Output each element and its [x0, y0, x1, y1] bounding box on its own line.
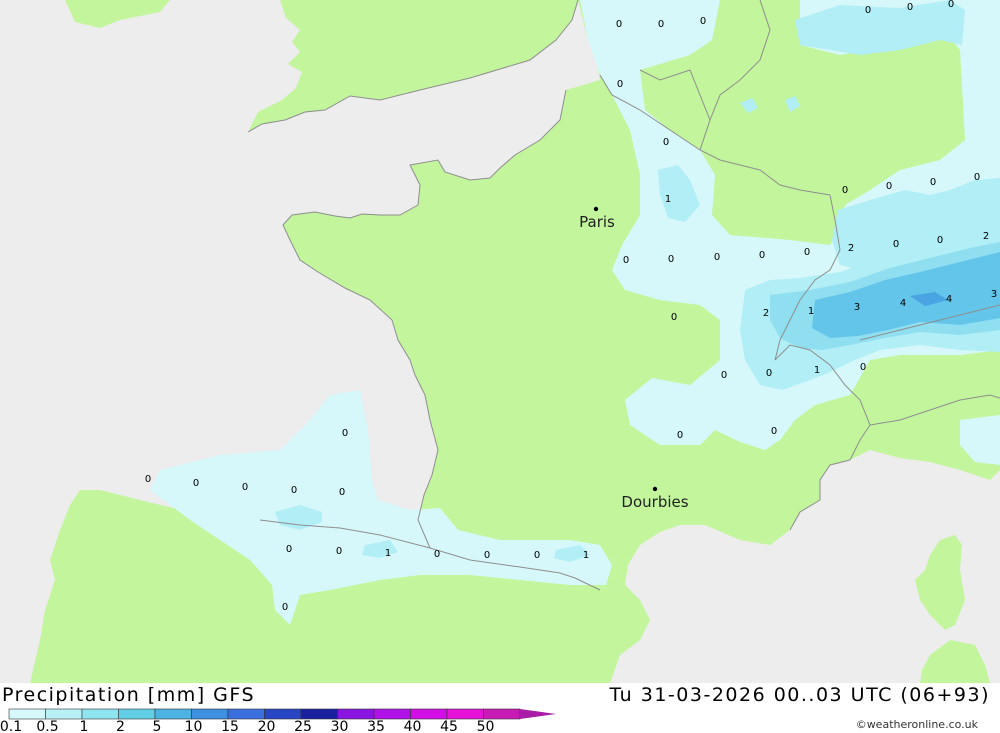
precip-value: 0 — [616, 19, 622, 30]
precip-value: 0 — [663, 137, 669, 148]
legend-swatch — [81, 708, 119, 720]
legend-arrow-icon — [520, 709, 556, 719]
city-label-dourbies: Dourbies — [621, 493, 688, 511]
map-canvas: Paris Dourbies 0 0 0 0 0 0 0 0 1 0 0 0 0 2 0 0 2 0 0 0 0 0 2 1 3 4… — [0, 0, 1000, 683]
precip-value: 0 — [286, 544, 292, 555]
precip-value: 1 — [583, 550, 589, 561]
precip-value: 0 — [930, 177, 936, 188]
precip-value: 0 — [658, 19, 664, 30]
precip-value: 0 — [907, 2, 913, 13]
legend-swatch — [264, 708, 302, 720]
precip-value: 0 — [842, 185, 848, 196]
legend-label: 0.5 — [36, 719, 58, 733]
city-dot-paris — [593, 206, 599, 212]
precip-value: 0 — [948, 0, 954, 10]
legend-swatch — [45, 708, 83, 720]
precip-value: 0 — [623, 255, 629, 266]
precip-value: 0 — [860, 362, 866, 373]
legend-label: 0.1 — [0, 719, 22, 733]
precip-value: 0 — [336, 546, 342, 557]
credit-link[interactable]: ©weatheronline.co.uk — [856, 718, 978, 731]
precip-value: 0 — [937, 235, 943, 246]
precip-value: 0 — [671, 312, 677, 323]
legend-label: 2 — [116, 719, 125, 733]
legend-label: 20 — [258, 719, 276, 733]
precip-value: 0 — [534, 550, 540, 561]
precip-value: 0 — [893, 239, 899, 250]
precip-value: 0 — [865, 5, 871, 16]
legend-swatch — [191, 708, 229, 720]
precip-value: 0 — [721, 370, 727, 381]
legend-label: 35 — [367, 719, 385, 733]
precip-value: 2 — [983, 231, 989, 242]
precip-value: 1 — [814, 365, 820, 376]
precip-value: 0 — [677, 430, 683, 441]
precip-value: 3 — [854, 302, 860, 313]
city-dot-dourbies — [652, 486, 658, 492]
legend-label: 1 — [80, 719, 89, 733]
precipitation-legend: 0.1 0.5 1 2 5 10 15 20 25 30 35 40 45 50 — [0, 708, 556, 733]
legend-swatch — [373, 708, 411, 720]
legend-swatch — [227, 708, 265, 720]
legend-label: 10 — [185, 719, 203, 733]
precip-value: 0 — [434, 549, 440, 560]
precip-value: 0 — [484, 550, 490, 561]
precip-value: 0 — [193, 478, 199, 489]
legend-swatch — [154, 708, 192, 720]
precip-value: 4 — [900, 298, 906, 309]
precip-value: 0 — [617, 79, 623, 90]
precip-value: 4 — [946, 294, 952, 305]
precip-value: 0 — [668, 254, 674, 265]
legend-swatch — [337, 708, 375, 720]
precip-value: 1 — [385, 548, 391, 559]
legend-label: 45 — [440, 719, 458, 733]
precip-value: 2 — [763, 308, 769, 319]
precip-value: 0 — [886, 181, 892, 192]
precip-value: 0 — [242, 482, 248, 493]
precip-value: 1 — [808, 306, 814, 317]
legend-swatch — [8, 708, 46, 720]
legend-label: 50 — [477, 719, 495, 733]
precip-value: 0 — [342, 428, 348, 439]
legend-label: 15 — [221, 719, 239, 733]
precip-value: 0 — [759, 250, 765, 261]
map-title: Precipitation [mm] GFS — [2, 684, 256, 706]
city-label-paris: Paris — [579, 213, 615, 231]
precip-value: 0 — [145, 474, 151, 485]
precip-value: 0 — [804, 247, 810, 258]
legend-labels: 0.1 0.5 1 2 5 10 15 20 25 30 35 40 45 50 — [0, 719, 494, 733]
precip-value: 0 — [282, 602, 288, 613]
precip-value: 1 — [665, 194, 671, 205]
precip-value: 0 — [974, 172, 980, 183]
precip-value: 0 — [771, 426, 777, 437]
legend-swatch — [300, 708, 338, 720]
legend-swatch — [446, 708, 484, 720]
precip-value: 3 — [991, 289, 997, 300]
legend-label: 25 — [294, 719, 312, 733]
legend-swatches — [8, 708, 556, 720]
precip-value: 0 — [291, 485, 297, 496]
legend-swatch — [410, 708, 448, 720]
run-info: Tu 31-03-2026 00..03 UTC (06+93) — [609, 684, 990, 706]
legend-swatch — [118, 708, 156, 720]
precipitation-map[interactable]: Paris Dourbies 0 0 0 0 0 0 0 0 1 0 0 0 0 2 0 0 2 0 0 0 0 0 2 1 3 4… — [0, 0, 1000, 683]
precip-value: 0 — [339, 487, 345, 498]
map-footer: Precipitation [mm] GFS Tu 31-03-2026 00.… — [0, 683, 1000, 733]
legend-label: 30 — [331, 719, 349, 733]
legend-swatch — [483, 708, 521, 720]
precip-value: 0 — [714, 252, 720, 263]
legend-label: 5 — [153, 719, 162, 733]
precip-value: 0 — [766, 368, 772, 379]
precip-value: 2 — [848, 243, 854, 254]
precip-value: 0 — [700, 16, 706, 27]
legend-label: 40 — [404, 719, 422, 733]
